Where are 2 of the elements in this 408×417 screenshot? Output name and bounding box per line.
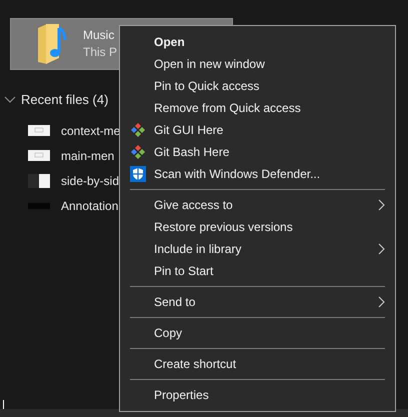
folder-name: Music (83, 27, 116, 44)
folder-location: This P (83, 44, 118, 61)
